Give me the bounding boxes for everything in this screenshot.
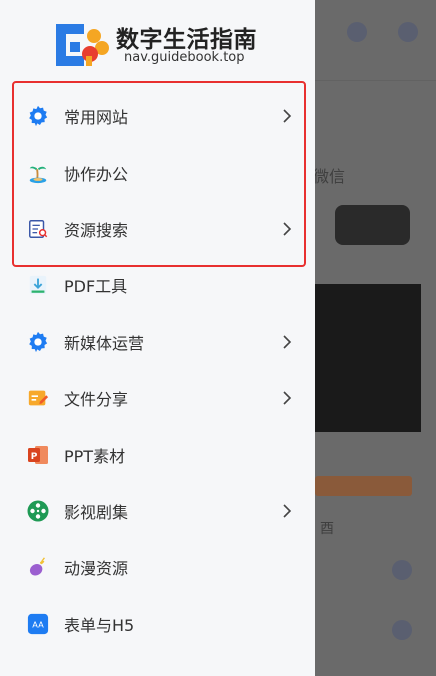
- palm-island-icon: [26, 161, 50, 185]
- menu-item-label: PDF工具: [64, 277, 128, 297]
- chevron-right-icon: [283, 335, 292, 349]
- background-banner: [315, 476, 412, 496]
- note-icon: [26, 386, 50, 410]
- menu-item-movies[interactable]: 影视剧集: [0, 483, 315, 539]
- menu-item-file-share[interactable]: 文件分享: [0, 370, 315, 426]
- menu-item-label: 文件分享: [64, 390, 129, 410]
- background-text: 酉: [320, 521, 334, 537]
- menu-item-label: 动漫资源: [64, 559, 129, 579]
- gear-icon: [26, 330, 50, 354]
- menu-item-resource-search[interactable]: 资源搜索: [0, 201, 315, 257]
- chevron-right-icon: [283, 391, 292, 405]
- site-domain: nav.guidebook.top: [124, 50, 245, 65]
- logo-mark-icon: [56, 24, 109, 66]
- chevron-right-icon: [283, 222, 292, 236]
- menu-item-label: 常用网站: [64, 108, 129, 128]
- svg-text:AA: AA: [32, 619, 44, 629]
- menu-item-label: 表单与H5: [64, 615, 135, 635]
- menu-list: 常用网站 协作办公 资源搜索 PDF工具 新媒体运营 文件分享 P PPT素材 …: [0, 88, 315, 652]
- pdf-download-icon: [26, 273, 50, 297]
- menu-item-label: 影视剧集: [64, 502, 129, 522]
- menu-item-common-sites[interactable]: 常用网站: [0, 88, 315, 144]
- film-reel-icon: [26, 499, 50, 523]
- menu-item-anime[interactable]: 动漫资源: [0, 539, 315, 595]
- site-title: 数字生活指南: [116, 27, 257, 53]
- menu-item-label: PPT素材: [64, 446, 126, 466]
- background-icon: [398, 22, 418, 42]
- powerpoint-icon: P: [26, 443, 50, 467]
- aa-font-icon: AA: [26, 612, 50, 636]
- chevron-right-icon: [283, 109, 292, 123]
- menu-item-label: 新媒体运营: [64, 333, 145, 353]
- chevron-right-icon: [283, 504, 292, 518]
- menu-item-new-media[interactable]: 新媒体运营: [0, 314, 315, 370]
- background-divider: [315, 80, 436, 81]
- gear-icon: [26, 104, 50, 128]
- menu-item-forms-h5[interactable]: AA 表单与H5: [0, 596, 315, 652]
- background-button: [335, 205, 410, 245]
- menu-item-ppt[interactable]: P PPT素材: [0, 426, 315, 482]
- navigation-drawer: 数字生活指南 nav.guidebook.top 常用网站 协作办公 资源搜索: [0, 0, 315, 676]
- background-icon: [392, 620, 412, 640]
- site-logo[interactable]: 数字生活指南 nav.guidebook.top: [50, 20, 300, 68]
- eggplant-icon: [26, 555, 50, 579]
- background-image: [315, 284, 421, 432]
- background-text: 微信: [313, 167, 346, 186]
- menu-item-collaboration[interactable]: 协作办公: [0, 144, 315, 200]
- menu-item-label: 资源搜索: [64, 220, 129, 240]
- background-icon: [392, 560, 412, 580]
- menu-item-pdf-tools[interactable]: PDF工具: [0, 257, 315, 313]
- menu-item-label: 协作办公: [64, 164, 129, 184]
- svg-text:P: P: [31, 452, 38, 462]
- document-search-icon: [26, 217, 50, 241]
- background-icon: [347, 22, 367, 42]
